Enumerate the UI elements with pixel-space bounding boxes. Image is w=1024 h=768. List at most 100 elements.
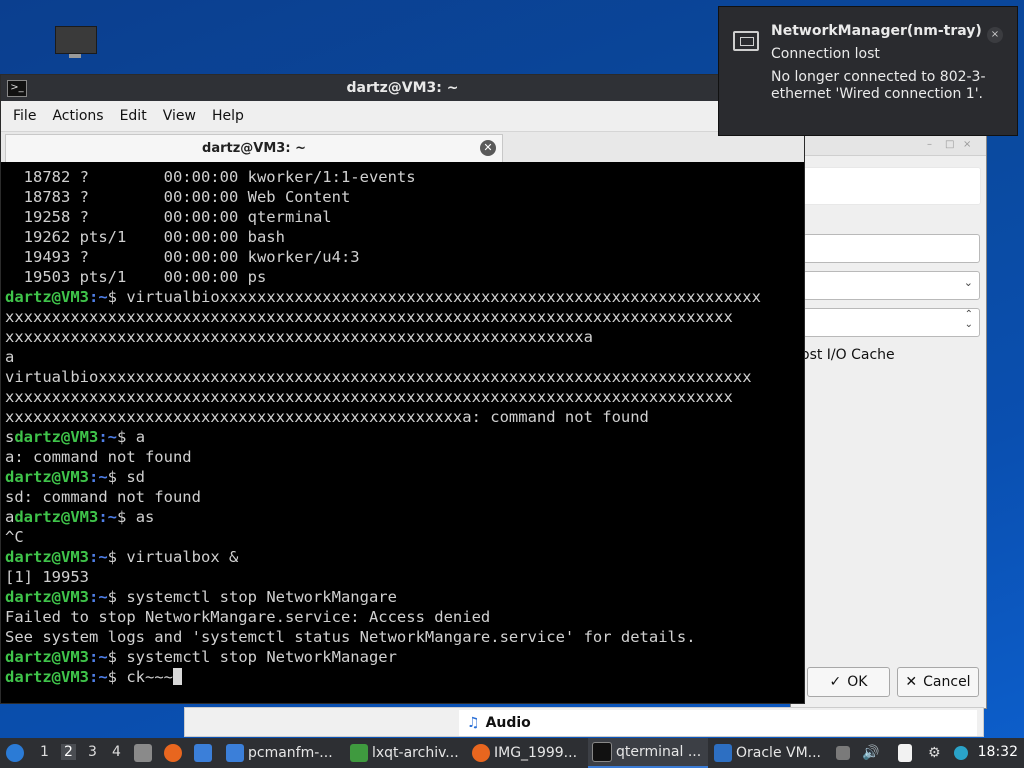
terminal-command-line: dartz@VM3:~$ systemctl stop NetworkManga…	[5, 587, 397, 607]
task-virtualbox[interactable]: Oracle VM...	[714, 738, 830, 768]
firefox-launcher[interactable]	[164, 738, 186, 768]
network-notification[interactable]: NetworkManager(nm-tray) × Connection los…	[718, 6, 1018, 136]
command-text: systemctl stop NetworkMangare	[126, 588, 397, 606]
task-firefox[interactable]: IMG_1999...	[472, 738, 584, 768]
terminal-output-line: xxxxxxxxxxxxxxxxxxxxxxxxxxxxxxxxxxxxxxxx…	[5, 308, 733, 326]
prompt-symbol: $	[107, 288, 127, 306]
text-cursor	[173, 668, 183, 685]
window-title: dartz@VM3: ~	[346, 80, 459, 96]
tab-label: dartz@VM3: ~	[202, 141, 306, 156]
task-label: qterminal ...	[616, 744, 702, 760]
task-lxqt-archiver[interactable]: lxqt-archiv...	[350, 738, 466, 768]
terminal-output-line: 19503 pts/1 00:00:00 ps	[5, 268, 267, 286]
terminal-output-line: 19493 ? 00:00:00 kworker/u4:3	[5, 248, 360, 266]
prompt-user: dartz@VM3	[14, 428, 99, 446]
ok-label: OK	[847, 674, 868, 690]
tray-volume[interactable]: 🔊	[862, 738, 882, 768]
terminal-output-line: virtualbioxxxxxxxxxxxxxxxxxxxxxxxxxxxxxx…	[5, 368, 752, 386]
virtualbox-settings-dialog: – □ × ⌄ ⌃ ⌄ ost I/O Cache ✓ OK ✕ Cancel	[790, 134, 987, 709]
close-icon[interactable]: ×	[987, 27, 1003, 43]
desktop-2[interactable]: 2	[61, 744, 76, 760]
menu-edit[interactable]: Edit	[112, 108, 155, 124]
command-text: as	[135, 508, 155, 526]
name-field[interactable]	[803, 167, 981, 205]
menu-actions[interactable]: Actions	[44, 108, 111, 124]
prompt-user: dartz@VM3	[5, 548, 89, 566]
folder-icon	[194, 744, 212, 762]
stray-input: s	[5, 428, 15, 446]
prompt-path: :~	[89, 288, 108, 306]
audio-panel: ♫ Audio	[184, 707, 984, 737]
ok-button[interactable]: ✓ OK	[807, 667, 890, 697]
host-io-cache-label: ost I/O Cache	[801, 347, 895, 363]
task-label: lxqt-archiv...	[372, 745, 459, 761]
port-spinbox[interactable]: ⌃ ⌄	[803, 308, 980, 337]
terminal-command-line: dartz@VM3:~$ systemctl stop NetworkManag…	[5, 647, 397, 667]
command-text: virtualbioxxxxxxxxxxxxxxxxxxxxxxxxxxxxxx…	[126, 288, 761, 306]
close-tab-icon[interactable]: ✕	[480, 140, 496, 156]
terminal-output-line: 18783 ? 00:00:00 Web Content	[5, 188, 351, 206]
tray-package-icon[interactable]	[836, 738, 854, 768]
tab-bar: dartz@VM3: ~ ✕	[1, 132, 804, 162]
prompt-user: dartz@VM3	[5, 588, 89, 606]
x-icon: ✕	[905, 674, 918, 690]
tab-terminal[interactable]: dartz@VM3: ~ ✕	[5, 134, 503, 162]
prompt-path: :~	[98, 508, 118, 526]
notification-body: No longer connected to 802-3-ethernet 'W…	[771, 69, 986, 102]
command-text: systemctl stop NetworkManager	[126, 648, 397, 666]
menu-file[interactable]: File	[5, 108, 44, 124]
task-label: Oracle VM...	[736, 745, 822, 761]
prompt-path: :~	[98, 428, 118, 446]
terminal-scrollbar[interactable]	[798, 171, 802, 691]
clock[interactable]: 18:32	[978, 744, 1018, 760]
tray-update[interactable]	[954, 738, 972, 768]
network-wired-icon	[733, 31, 759, 51]
terminal-command-line: dartz@VM3:~$ sd	[5, 467, 145, 487]
terminal-output-line: a: command not found	[5, 448, 192, 466]
terminal-icon: >_	[7, 80, 27, 97]
desktop-3[interactable]: 3	[88, 744, 97, 760]
desktop-computer-icon[interactable]	[55, 26, 97, 58]
menu-view[interactable]: View	[155, 108, 204, 124]
type-dropdown[interactable]: ⌄	[803, 271, 980, 300]
terminal-command-line: sdartz@VM3:~$ a	[5, 427, 145, 447]
clipboard-icon	[898, 744, 912, 762]
prompt-user: dartz@VM3	[5, 668, 89, 686]
task-pcmanfm[interactable]: pcmanfm-...	[226, 738, 344, 768]
desktop-1[interactable]: 1	[40, 744, 49, 760]
start-menu-button[interactable]	[6, 738, 26, 768]
audio-label: Audio	[485, 715, 531, 731]
audio-icon: ♫	[467, 715, 480, 731]
file-manager-launcher[interactable]	[194, 738, 216, 768]
prompt-user: dartz@VM3	[5, 648, 89, 666]
lxqt-logo-icon	[6, 744, 24, 762]
cancel-button[interactable]: ✕ Cancel	[897, 667, 979, 697]
terminal-output-line: xxxxxxxxxxxxxxxxxxxxxxxxxxxxxxxxxxxxxxxx…	[5, 328, 593, 346]
audio-item[interactable]: ♫ Audio	[459, 710, 977, 736]
terminal-window[interactable]: >_ dartz@VM3: ~ File Actions Edit View H…	[0, 74, 805, 704]
terminal-output-line: 18782 ? 00:00:00 kworker/1:1-events	[5, 168, 416, 186]
volume-icon: 🔊	[862, 745, 880, 761]
show-desktop-button[interactable]	[134, 738, 156, 768]
terminal-output-line: a	[5, 348, 15, 366]
close-icon[interactable]: ×	[963, 139, 971, 150]
prompt-symbol: $	[117, 428, 136, 446]
menu-help[interactable]: Help	[204, 108, 252, 124]
terminal-output[interactable]: 18782 ? 00:00:00 kworker/1:1-events 1878…	[1, 165, 801, 700]
maximize-icon[interactable]: □	[945, 139, 954, 150]
virtualbox-icon	[714, 744, 732, 762]
dialog-titlebar: – □ ×	[791, 135, 986, 156]
text-field[interactable]	[803, 234, 980, 263]
minimize-icon[interactable]: –	[927, 139, 932, 150]
prompt-path: :~	[89, 548, 108, 566]
spin-arrows-icon[interactable]: ⌃ ⌄	[965, 310, 973, 330]
tray-clipboard[interactable]	[898, 738, 918, 768]
tray-network[interactable]: ⚙	[928, 738, 948, 768]
terminal-output-line: [1] 19953	[5, 568, 89, 586]
desktop-4[interactable]: 4	[112, 744, 121, 760]
update-icon	[954, 746, 968, 760]
task-qterminal[interactable]: qterminal ...	[588, 738, 708, 768]
prompt-path: :~	[89, 648, 108, 666]
window-titlebar[interactable]: >_ dartz@VM3: ~	[1, 75, 804, 101]
command-text: ck~~~	[126, 668, 174, 686]
